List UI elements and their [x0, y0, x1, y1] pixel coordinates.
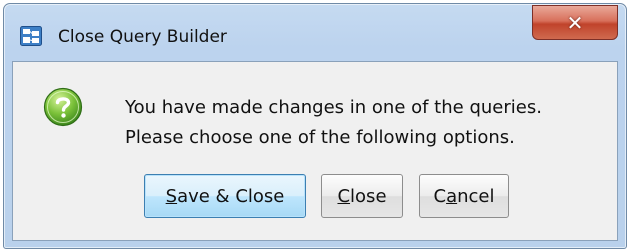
query-builder-icon	[20, 26, 42, 46]
message-line-1: You have made changes in one of the quer…	[125, 97, 542, 118]
window-close-button[interactable]: ✕	[532, 5, 618, 40]
save-label-rest: ave & Close	[177, 185, 285, 207]
cancel-button[interactable]: Ca ncel	[419, 174, 509, 218]
close-mnemonic: C	[337, 185, 351, 207]
message-line-2: Please choose one of the following optio…	[125, 127, 515, 148]
dialog-message: You have made changes in one of the quer…	[125, 93, 542, 153]
question-icon	[43, 87, 83, 127]
save-and-close-button[interactable]: Save & Close	[144, 174, 306, 218]
cancel-mnemonic: a	[446, 185, 458, 207]
title-bar[interactable]: Close Query Builder ✕	[4, 4, 626, 56]
save-mnemonic: S	[165, 185, 178, 207]
window-title: Close Query Builder	[58, 27, 227, 47]
close-icon: ✕	[566, 10, 584, 35]
cancel-label-prefix: C	[433, 185, 447, 207]
cancel-label-rest: ncel	[457, 185, 495, 207]
close-button[interactable]: Close	[321, 174, 403, 218]
dialog-content: You have made changes in one of the quer…	[12, 61, 618, 241]
dialog-window: Close Query Builder ✕ You have made chan…	[3, 3, 627, 249]
close-label-rest: lose	[350, 185, 387, 207]
